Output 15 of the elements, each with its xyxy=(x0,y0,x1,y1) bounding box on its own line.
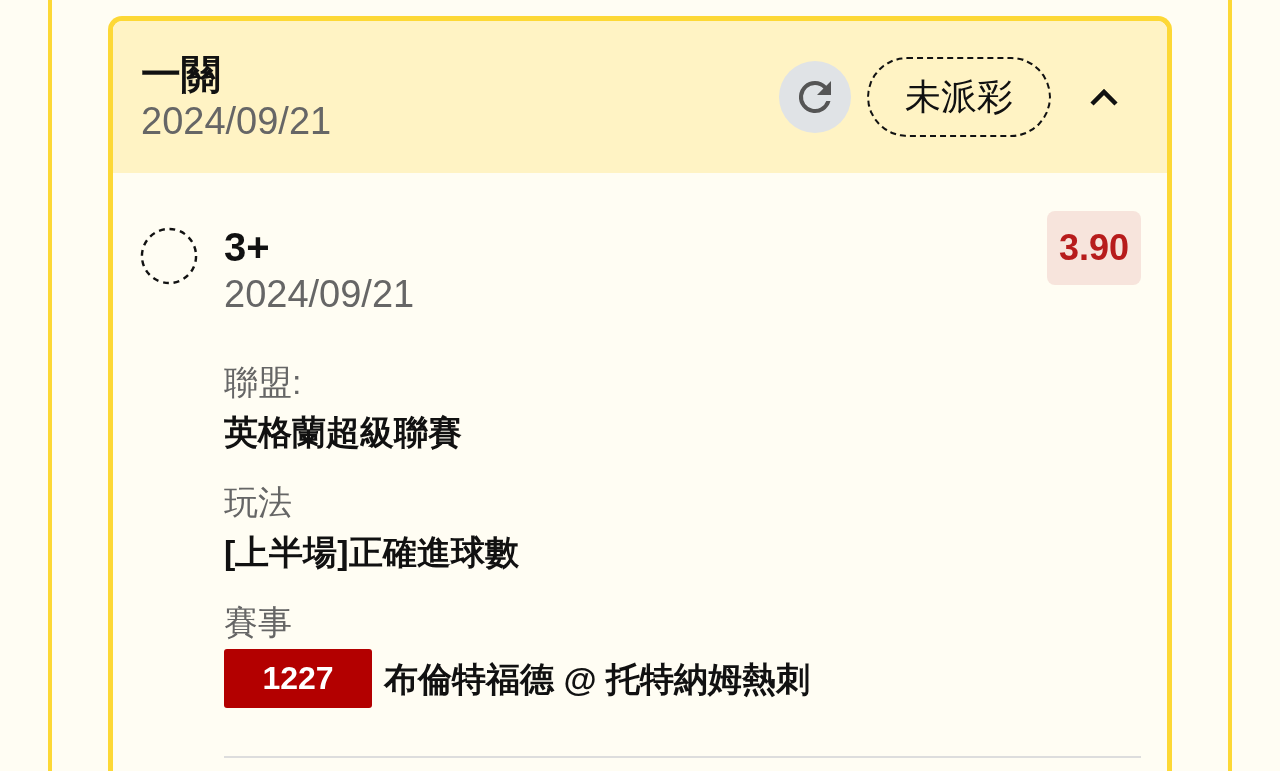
bet-date: 2024/09/21 xyxy=(141,99,333,144)
detail-label: 玩法 xyxy=(224,482,293,523)
checkbox[interactable] xyxy=(140,227,198,285)
status-badge: 未派彩 xyxy=(867,57,1051,137)
detail-label: 聯盟: xyxy=(224,362,303,403)
bet-title: 一關 xyxy=(141,51,222,98)
odds-badge: 3.90 xyxy=(1046,211,1141,285)
detail-value: [上半場]正確進球數 xyxy=(224,532,520,573)
detail-label: 賽事 xyxy=(224,602,293,643)
selection-name: 3+ xyxy=(224,224,271,271)
caret-icon[interactable] xyxy=(1089,87,1119,107)
detail-value: 英格蘭超級聯賽 xyxy=(224,412,463,453)
match-number-badge: 1227 xyxy=(224,649,372,708)
match-name: 布倫特福德 @ 托特納姆熱刺 xyxy=(384,658,811,700)
selection-date: 2024/09/21 xyxy=(224,272,416,317)
